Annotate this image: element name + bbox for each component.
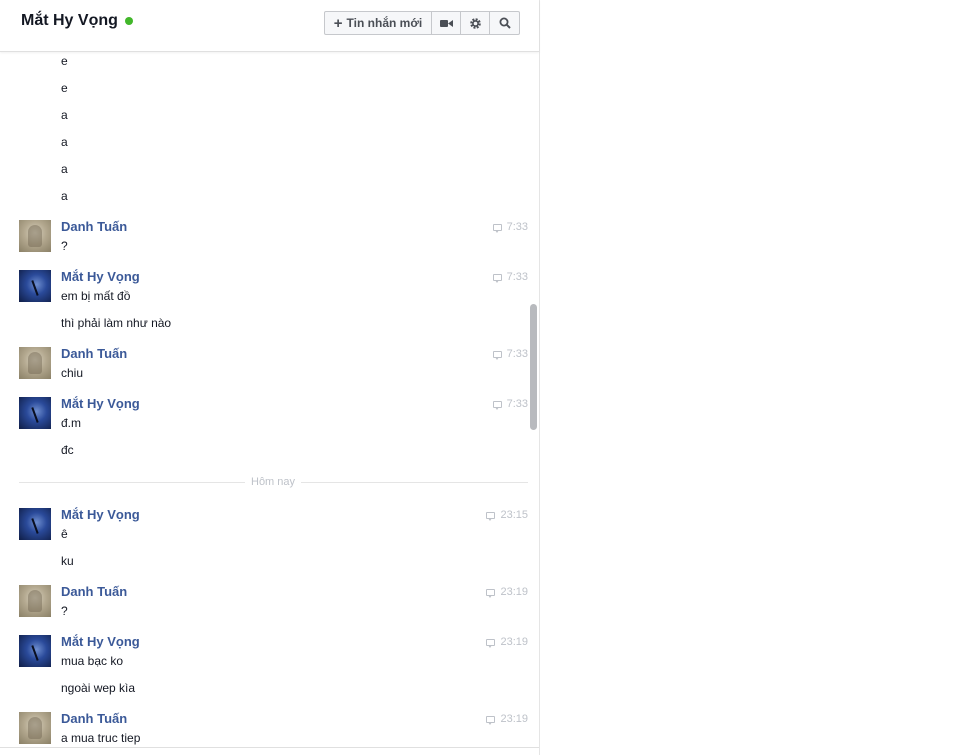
- online-status-dot: [124, 17, 133, 25]
- timestamp-text: 23:15: [500, 509, 528, 521]
- message-timestamp: 23:15: [486, 509, 528, 521]
- settings-button[interactable]: [461, 12, 490, 34]
- message-timestamp: 7:33: [492, 398, 528, 410]
- avatar[interactable]: [19, 635, 51, 667]
- video-icon: [439, 19, 453, 27]
- message-text: đ.m: [61, 416, 82, 430]
- message-timestamp: 7:33: [492, 271, 528, 283]
- message-bubble-icon: [486, 588, 496, 598]
- avatar[interactable]: [19, 270, 51, 302]
- sender-name[interactable]: Danh Tuấn: [61, 711, 127, 726]
- message-bubble-icon: [486, 715, 496, 725]
- message-bubble-icon: [492, 273, 502, 283]
- avatar[interactable]: [19, 712, 51, 744]
- header-toolbar: + Tin nhắn mới: [324, 11, 520, 35]
- message-bubble-icon: [486, 638, 496, 648]
- sender-name[interactable]: Mắt Hy Vọng: [61, 634, 140, 649]
- sender-name[interactable]: Mắt Hy Vọng: [61, 396, 140, 411]
- video-call-button[interactable]: [432, 12, 461, 34]
- conversation-header: Mắt Hy Vọng + Tin nhắn mới: [0, 0, 539, 52]
- search-icon: [499, 17, 511, 29]
- message-text: ê: [61, 527, 68, 541]
- timestamp-text: 7:33: [506, 398, 528, 410]
- message-text: a: [61, 189, 68, 203]
- timestamp-text: 7:33: [506, 221, 528, 233]
- sender-name[interactable]: Mắt Hy Vọng: [61, 507, 140, 522]
- message-timestamp: 23:19: [486, 713, 528, 725]
- new-message-button[interactable]: + Tin nhắn mới: [325, 12, 432, 34]
- message-text: a mua truc tiep: [61, 731, 141, 745]
- sender-name[interactable]: Danh Tuấn: [61, 584, 127, 599]
- sender-name[interactable]: Mắt Hy Vọng: [61, 269, 140, 284]
- timestamp-text: 23:19: [500, 636, 528, 648]
- message-bubble-icon: [492, 350, 502, 360]
- composer-top-border: [0, 747, 539, 748]
- message-list-scrollbar[interactable]: [530, 304, 537, 430]
- message-text: e: [61, 54, 68, 68]
- message-text: a: [61, 135, 68, 149]
- search-button[interactable]: [490, 12, 519, 34]
- message-text: e: [61, 81, 68, 95]
- message-text: a: [61, 108, 68, 122]
- avatar[interactable]: [19, 397, 51, 429]
- message-text: chiu: [61, 366, 84, 380]
- message-timestamp: 23:19: [486, 636, 528, 648]
- message-timestamp: 23:19: [486, 586, 528, 598]
- message-timestamp: 7:33: [492, 221, 528, 233]
- message-text: ku: [61, 554, 74, 568]
- message-bubble-icon: [486, 511, 496, 521]
- message-text: ngoài wep kìa: [61, 681, 136, 695]
- avatar[interactable]: [19, 585, 51, 617]
- timestamp-text: 7:33: [506, 348, 528, 360]
- message-text: ?: [61, 604, 68, 618]
- gear-icon: [469, 17, 481, 29]
- plus-icon: +: [333, 14, 343, 32]
- message-text: a: [61, 162, 68, 176]
- avatar[interactable]: [19, 220, 51, 252]
- conversation-title-text: Mắt Hy Vọng: [21, 12, 118, 29]
- message-list[interactable]: e e a a a a Danh Tuấn 7:33 ? Mắt Hy Vọng…: [0, 53, 539, 747]
- timestamp-text: 23:19: [500, 586, 528, 598]
- message-text: ?: [61, 239, 68, 253]
- avatar[interactable]: [19, 508, 51, 540]
- conversation-panel: Mắt Hy Vọng + Tin nhắn mới e e a a a a D…: [0, 0, 540, 755]
- message-timestamp: 7:33: [492, 348, 528, 360]
- message-bubble-icon: [492, 400, 502, 410]
- message-text: thì phải làm như nào: [61, 316, 172, 330]
- timestamp-text: 7:33: [506, 271, 528, 283]
- conversation-title[interactable]: Mắt Hy Vọng: [21, 12, 133, 30]
- sender-name[interactable]: Danh Tuấn: [61, 346, 127, 361]
- date-divider-label: Hôm nay: [245, 476, 302, 488]
- message-text: em bị mất đồ: [61, 289, 131, 303]
- avatar[interactable]: [19, 347, 51, 379]
- message-bubble-icon: [492, 223, 502, 233]
- new-message-label: Tin nhắn mới: [346, 16, 423, 30]
- sender-name[interactable]: Danh Tuấn: [61, 219, 127, 234]
- message-text: mua bạc ko: [61, 654, 124, 668]
- timestamp-text: 23:19: [500, 713, 528, 725]
- message-text: đc: [61, 443, 74, 457]
